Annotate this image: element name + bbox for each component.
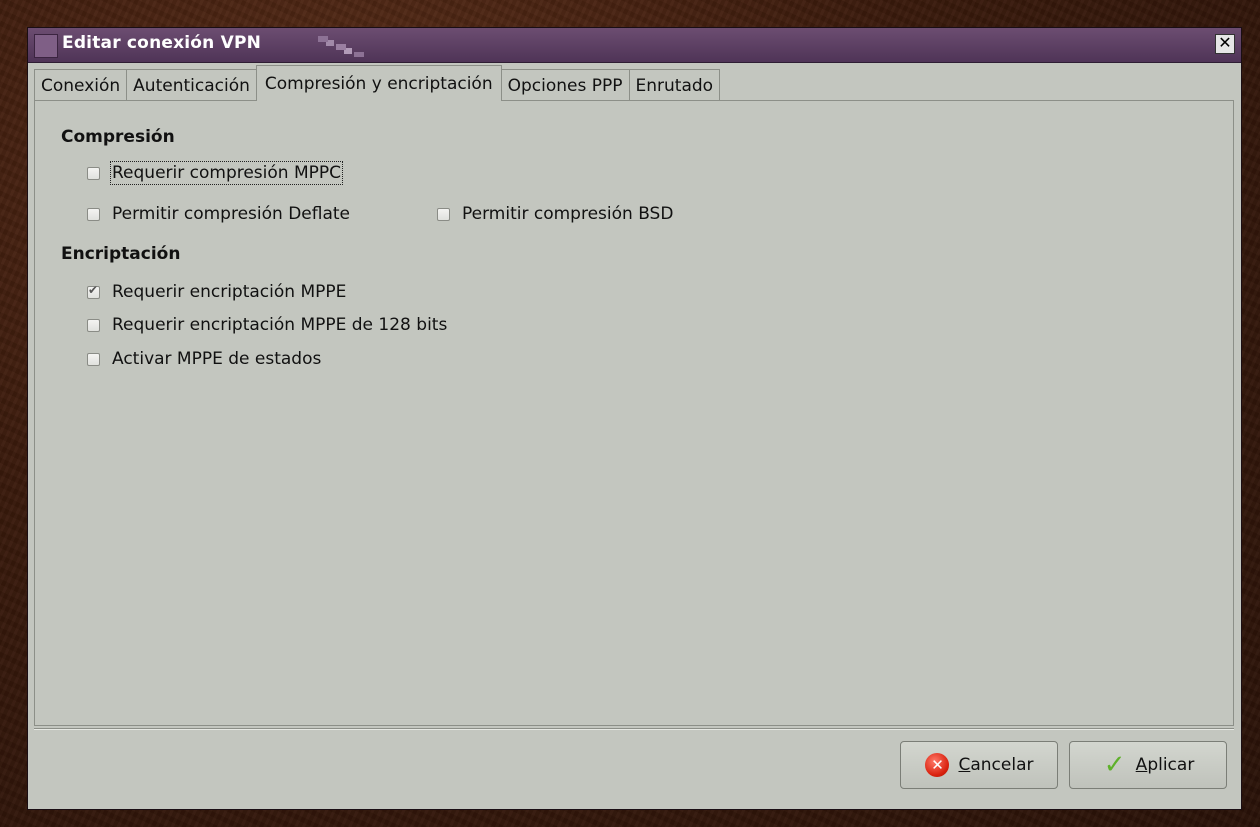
- tab-panel: Compresión Requerir compresión MPPC Perm…: [34, 100, 1234, 726]
- bsd-checkbox-row[interactable]: Permitir compresión BSD: [437, 204, 673, 224]
- deflate-label: Permitir compresión Deflate: [112, 204, 350, 224]
- mppe-checkbox[interactable]: [87, 283, 100, 299]
- title-bar[interactable]: Editar conexión VPN ✕: [28, 28, 1241, 63]
- tab-compresion-encriptacion[interactable]: Compresión y encriptación: [255, 65, 502, 101]
- mppe-label: Requerir encriptación MPPE: [112, 282, 347, 302]
- compression-heading: Compresión: [61, 127, 175, 147]
- deflate-checkbox-row[interactable]: Permitir compresión Deflate: [87, 204, 350, 224]
- button-area-separator: [34, 728, 1234, 730]
- mppc-label: Requerir compresión MPPC: [109, 161, 344, 185]
- window-menu-icon[interactable]: [34, 34, 58, 58]
- mppe128-checkbox[interactable]: [87, 318, 100, 332]
- close-icon: ✕: [1218, 33, 1232, 52]
- mppc-checkbox-row[interactable]: Requerir compresión MPPC: [87, 161, 344, 185]
- tab-conexion[interactable]: Conexión: [34, 69, 128, 101]
- cancel-button[interactable]: ✕ Cancelar: [900, 741, 1058, 789]
- mppe128-label: Requerir encriptación MPPE de 128 bits: [112, 315, 448, 335]
- tab-autenticacion[interactable]: Autenticación: [126, 69, 257, 101]
- titlebar-decoration: [318, 32, 378, 58]
- mppc-checkbox[interactable]: [87, 166, 100, 180]
- encryption-heading: Encriptación: [61, 244, 181, 264]
- checkmark-icon: ✓: [1103, 750, 1126, 780]
- cancel-icon: ✕: [924, 752, 950, 778]
- tab-bar: Conexión Autenticación Compresión y encr…: [34, 65, 721, 101]
- stateful-mppe-checkbox[interactable]: [87, 352, 100, 366]
- stateful-mppe-label: Activar MPPE de estados: [112, 349, 322, 369]
- vpn-edit-dialog: Editar conexión VPN ✕ Conexión Autentica…: [27, 27, 1242, 810]
- bsd-checkbox[interactable]: [437, 207, 450, 221]
- bsd-label: Permitir compresión BSD: [462, 204, 674, 224]
- window-title: Editar conexión VPN: [62, 33, 262, 53]
- stateful-mppe-checkbox-row[interactable]: Activar MPPE de estados: [87, 349, 321, 369]
- tab-opciones-ppp[interactable]: Opciones PPP: [500, 69, 630, 101]
- cancel-label: Cancelar: [958, 755, 1034, 775]
- deflate-checkbox[interactable]: [87, 207, 100, 221]
- apply-button[interactable]: ✓ Aplicar: [1069, 741, 1227, 789]
- close-button[interactable]: ✕: [1215, 34, 1235, 54]
- mppe128-checkbox-row[interactable]: Requerir encriptación MPPE de 128 bits: [87, 315, 447, 335]
- mppe-checkbox-row[interactable]: Requerir encriptación MPPE: [87, 282, 346, 302]
- apply-label: Aplicar: [1135, 755, 1195, 775]
- tab-enrutado[interactable]: Enrutado: [628, 69, 721, 101]
